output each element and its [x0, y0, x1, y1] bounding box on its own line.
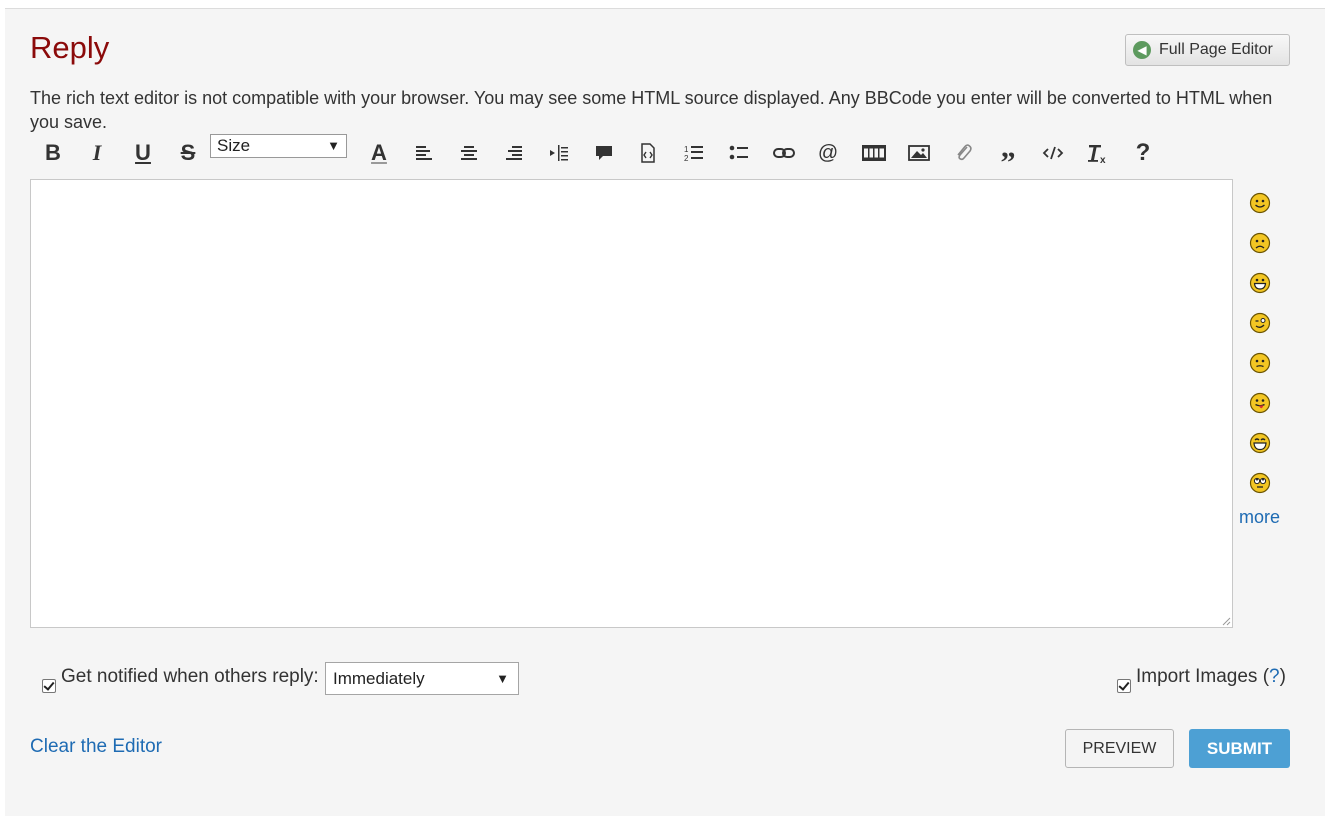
svg-text:1: 1: [684, 145, 689, 154]
image-icon[interactable]: [904, 138, 934, 168]
unordered-list-icon[interactable]: [724, 138, 754, 168]
underline-button[interactable]: U: [128, 138, 158, 168]
indent-icon[interactable]: [544, 138, 574, 168]
chevron-down-icon: ▼: [327, 138, 340, 153]
submit-button[interactable]: SUBMIT: [1189, 729, 1290, 768]
font-size-select[interactable]: Size ▼: [210, 134, 347, 158]
svg-text:2: 2: [684, 154, 689, 163]
more-smileys-link[interactable]: more: [1239, 507, 1280, 528]
editor-toolbar: B I U S Size ▼ A 12 @ ” x ?: [30, 134, 1230, 179]
italic-button[interactable]: I: [82, 138, 112, 168]
mention-icon[interactable]: @: [813, 138, 843, 168]
svg-text:x: x: [1100, 155, 1106, 164]
bold-button[interactable]: B: [38, 138, 68, 168]
import-images-help-link[interactable]: ?: [1269, 666, 1280, 687]
notify-frequency-select[interactable]: Immediately ▼: [325, 662, 519, 695]
sad-icon[interactable]: [1249, 232, 1271, 254]
import-images-checkbox[interactable]: [1117, 679, 1131, 693]
full-page-editor-label: Full Page Editor: [1159, 41, 1273, 58]
align-left-icon[interactable]: [409, 138, 439, 168]
wink-icon[interactable]: [1249, 312, 1271, 334]
video-icon[interactable]: [859, 138, 889, 168]
align-center-icon[interactable]: [454, 138, 484, 168]
align-right-icon[interactable]: [499, 138, 529, 168]
notify-checkbox[interactable]: [42, 679, 56, 693]
message-editor[interactable]: [30, 179, 1233, 628]
compatibility-notice: The rich text editor is not compatible w…: [30, 88, 1273, 132]
rolleyes-icon[interactable]: [1249, 472, 1271, 494]
comment-icon[interactable]: [589, 138, 619, 168]
attachment-icon[interactable]: [948, 138, 978, 168]
font-color-button[interactable]: A: [364, 138, 394, 168]
confused-icon[interactable]: [1249, 352, 1271, 374]
strikethrough-button[interactable]: S: [173, 138, 203, 168]
notify-label: Get notified when others reply:: [61, 666, 319, 687]
back-arrow-icon: ◀: [1133, 41, 1151, 59]
laugh-icon[interactable]: [1249, 432, 1271, 454]
ordered-list-icon[interactable]: 12: [679, 138, 709, 168]
code-icon[interactable]: [1038, 138, 1068, 168]
tongue-icon[interactable]: [1249, 392, 1271, 414]
notify-frequency-value: Immediately: [333, 669, 425, 688]
clear-formatting-icon[interactable]: x: [1083, 138, 1113, 168]
page-title: Reply: [30, 30, 110, 65]
grin-icon[interactable]: [1249, 272, 1271, 294]
clear-editor-link[interactable]: Clear the Editor: [30, 736, 162, 758]
resize-grip-icon[interactable]: [1221, 616, 1231, 626]
link-icon[interactable]: [769, 138, 799, 168]
import-images-label: Import Images (?): [1136, 666, 1286, 687]
full-page-editor-button[interactable]: ◀ Full Page Editor: [1125, 34, 1290, 66]
help-icon[interactable]: ?: [1128, 138, 1158, 168]
preview-button[interactable]: PREVIEW: [1065, 729, 1174, 768]
quote-icon[interactable]: ”: [993, 138, 1023, 179]
source-file-icon[interactable]: [633, 138, 663, 168]
chevron-down-icon: ▼: [496, 671, 509, 686]
font-size-value: Size: [217, 136, 251, 155]
smile-icon[interactable]: [1249, 192, 1271, 214]
